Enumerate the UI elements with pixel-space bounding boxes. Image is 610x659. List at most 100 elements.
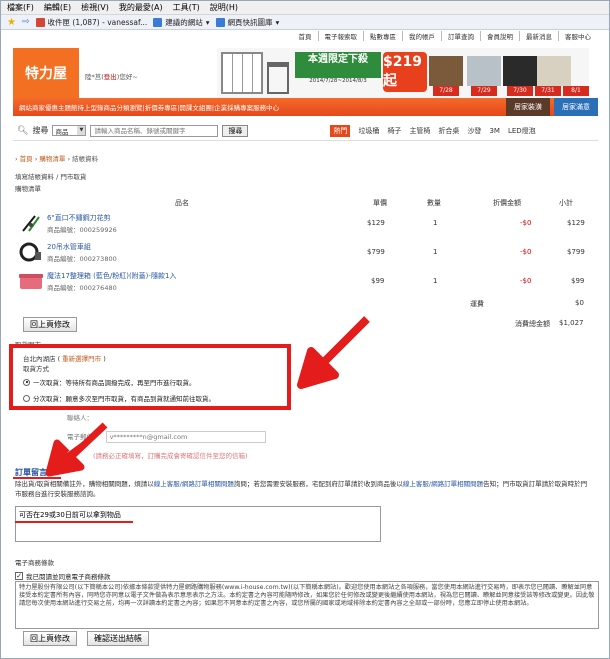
back-to-edit-button[interactable]: 回上頁修改 xyxy=(23,317,77,332)
nav-home-satisfaction[interactable]: 居家滿意 xyxy=(554,98,598,116)
breadcrumb-cart[interactable]: 購物清單 xyxy=(39,155,65,163)
banner-date-tag: 7/28 xyxy=(433,86,459,96)
product-name-link[interactable]: 20吊水管車組 xyxy=(47,242,91,252)
product-price: $799 xyxy=(367,248,385,256)
pickup-store: 台北內湖店 ( 重新選擇門市 ) xyxy=(23,355,106,363)
site-logo[interactable]: 特力屋 xyxy=(13,48,79,98)
pickup-method-label: 取貨方式 xyxy=(23,365,49,373)
contact-note: (請務必正確填寫，訂購完成會寄確認信件至您的信箱) xyxy=(93,452,248,460)
site-top-links: 首頁 電子報索取 點數專區 我的帳戶 訂單查詢 會員說明 最新消息 客服中心 xyxy=(1,30,609,42)
terms-textbox[interactable]: 特力屋股份有限公司(以下簡稱本公司)依據本條款提供特力屋網路購物服務(www.i… xyxy=(15,581,599,629)
hot-keyword[interactable]: 主管椅 xyxy=(409,126,430,136)
breadcrumb: › 首頁 › 購物清單 › 結帳資料 xyxy=(15,155,99,163)
top-link-account[interactable]: 我的帳戶 xyxy=(409,31,442,41)
top-link-service[interactable]: 客服中心 xyxy=(565,31,597,41)
product-name-link[interactable]: 6"直口不鏽鋼刀花剪 xyxy=(47,213,111,223)
back-to-edit-button[interactable]: 回上頁修改 xyxy=(23,631,77,646)
user-greeting: 陸*莒(登出)您好~ xyxy=(85,73,138,81)
pickup-option-once[interactable]: 一次取貨：等待所有商品調撥完成，再至門市進行取貨。 xyxy=(23,377,196,387)
top-link-home[interactable]: 首頁 xyxy=(299,31,319,41)
shipping-label: 運費 xyxy=(470,300,484,308)
browser-menu-bar: 檔案(F) 編輯(E) 檢視(V) 我的最愛(A) 工具(T) 說明(H) xyxy=(1,1,609,15)
site-header: 特力屋 陸*莒(登出)您好~ 本週限定下殺 2014/7/28~2014/8/3… xyxy=(1,42,609,100)
table-row: 魔法17整理箱 (藍色/粉紅)(附蓋)-隨款1入 商品編號：000276480 … xyxy=(15,269,593,293)
header-qty: 數量 xyxy=(427,199,441,207)
favorite-webslice[interactable]: 網頁快訊圖庫 ▾ xyxy=(215,17,279,28)
banner-product-image xyxy=(429,56,463,86)
header-price: 單價 xyxy=(373,199,387,207)
banner-date-tag: 7/30 xyxy=(507,86,533,96)
top-link-help[interactable]: 會員說明 xyxy=(487,31,520,41)
product-name-link[interactable]: 魔法17整理箱 (藍色/粉紅)(附蓋)-隨款1入 xyxy=(47,271,176,281)
red-arrow-annotation xyxy=(297,316,370,389)
hot-keyword[interactable]: 椅子 xyxy=(387,126,401,136)
hot-keyword[interactable]: 3M xyxy=(489,127,500,135)
search-icon: 🔍︎ xyxy=(17,125,29,136)
top-link-points[interactable]: 點數專區 xyxy=(370,31,403,41)
hot-keyword[interactable]: 垃圾桶 xyxy=(358,126,379,136)
pickup-highlight-box: 台北內湖店 ( 重新選擇門市 ) 取貨方式 一次取貨：等待所有商品調撥完成，再至… xyxy=(9,344,291,410)
search-button[interactable]: 搜尋 xyxy=(222,124,249,137)
shipping-value: $0 xyxy=(575,299,584,307)
main-nav-bar: 網站商家優惠主題館持上型錄商品分類瀏覽|折價券專區|開課文組團|企業採購專案服務… xyxy=(13,98,598,116)
top-link-news[interactable]: 最新消息 xyxy=(526,31,559,41)
confirm-checkout-button[interactable]: 確認送出結帳 xyxy=(87,631,149,646)
agree-terms-checkbox[interactable]: ✓ 我已閱讀並同意電子商務條款 xyxy=(15,571,111,581)
favorite-suggested[interactable]: 建議的網站 ▾ xyxy=(153,17,210,28)
cart-table-header: 品名 單價 數量 折價金額 小計 xyxy=(15,197,593,209)
product-thumbnail[interactable] xyxy=(19,271,43,291)
banner-date-tag: 8/1 xyxy=(563,86,589,96)
radio-unselected[interactable] xyxy=(23,394,30,402)
menu-help[interactable]: 說明(H) xyxy=(210,2,238,13)
gmail-icon xyxy=(35,17,45,27)
top-link-orders[interactable]: 訂單查詢 xyxy=(448,31,481,41)
hot-keyword[interactable]: LED燈泡 xyxy=(508,126,536,136)
reselect-store-link[interactable]: 重新選擇門市 xyxy=(62,355,101,363)
banner-shelf-image xyxy=(221,52,263,94)
menu-edit[interactable]: 編輯(E) xyxy=(44,2,71,13)
product-subtotal: $99 xyxy=(571,277,585,285)
menu-favorites[interactable]: 我的最愛(A) xyxy=(119,2,163,13)
banner-headline: 本週限定下殺 xyxy=(295,52,381,78)
search-row: 🔍︎ 搜尋 商品▼ 搜尋 熱門 垃圾桶 椅子 主管椅 折合桌 沙發 3M LED… xyxy=(13,121,598,141)
hot-keywords-label: 熱門 xyxy=(330,124,351,137)
online-service-link[interactable]: 線上客服/網路訂單相關問題 xyxy=(403,480,483,488)
checkbox-checked[interactable]: ✓ xyxy=(15,572,23,580)
hot-keyword[interactable]: 折合桌 xyxy=(438,126,459,136)
add-favorite-icon[interactable]: ⇨ xyxy=(22,17,30,27)
search-input[interactable] xyxy=(90,124,219,137)
total-label: 消費總金額 xyxy=(515,320,550,328)
terms-title: 電子商務條款 xyxy=(15,559,54,567)
product-qty: 1 xyxy=(433,277,438,285)
banner-stool-image xyxy=(267,62,289,94)
product-qty: 1 xyxy=(433,219,438,227)
search-category-select[interactable]: 商品 ▼ xyxy=(52,125,87,136)
online-service-link[interactable]: 線上客服/網路訂單相關問題 xyxy=(154,480,234,488)
nav-home-decor[interactable]: 居家裝潢 xyxy=(506,98,550,116)
nav-links[interactable]: 網站商家優惠主題館持上型錄商品分類瀏覽|折價券專區|開課文組團|企業採購專案服務… xyxy=(19,102,279,112)
product-code: 商品編號：000276480 xyxy=(47,284,117,292)
product-discount: -$0 xyxy=(520,248,532,256)
breadcrumb-home[interactable]: 首頁 xyxy=(20,155,33,163)
radio-selected[interactable] xyxy=(23,378,30,386)
banner-date-tag: 7/31 xyxy=(535,86,561,96)
order-memo-textarea[interactable]: 可否在29或30日前可以拿到物品 xyxy=(15,506,381,542)
red-arrow-annotation xyxy=(45,422,108,477)
product-thumbnail[interactable] xyxy=(19,213,43,233)
menu-file[interactable]: 檔案(F) xyxy=(7,2,34,13)
breadcrumb-current: 結帳資料 xyxy=(72,155,99,163)
promo-banner[interactable]: 本週限定下殺 2014/7/28~2014/8/3 $219起 7/28 7/2… xyxy=(217,48,589,98)
pickup-option-split[interactable]: 分次取貨：願意多次至門市取貨，有商品到貨就通知前往取貨。 xyxy=(23,393,215,403)
favorite-gmail[interactable]: 收件匣 (1,087) - vanessaf... xyxy=(35,17,147,28)
browser-window: 檔案(F) 編輯(E) 檢視(V) 我的最愛(A) 工具(T) 說明(H) ★ … xyxy=(0,0,610,659)
product-discount: -$0 xyxy=(520,219,532,227)
product-thumbnail[interactable] xyxy=(19,242,43,262)
top-link-newsletter[interactable]: 電子報索取 xyxy=(325,31,364,41)
contact-email-field[interactable]: v*********n@gmail.com xyxy=(105,431,266,443)
hot-keyword[interactable]: 沙發 xyxy=(467,126,481,136)
favorites-star-icon[interactable]: ★ xyxy=(7,17,16,28)
red-underline-annotation xyxy=(15,521,133,523)
menu-tools[interactable]: 工具(T) xyxy=(173,2,200,13)
logout-link[interactable]: 登出 xyxy=(104,73,117,81)
menu-view[interactable]: 檢視(V) xyxy=(81,2,109,13)
